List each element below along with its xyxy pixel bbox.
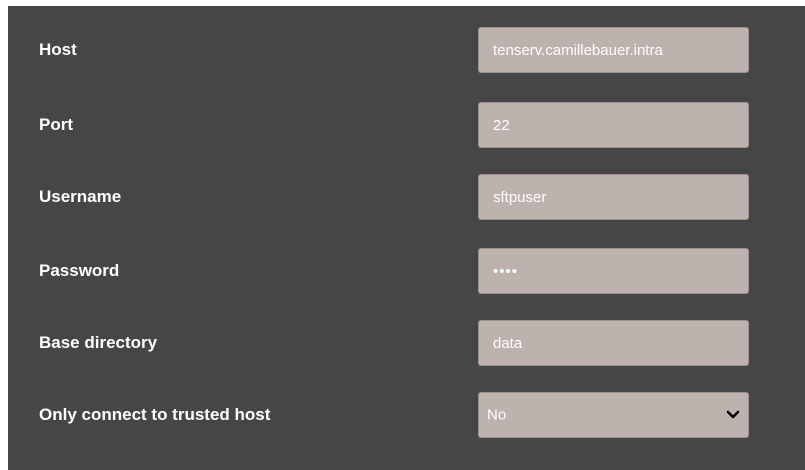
username-row: Username [8,174,805,220]
port-row: Port [8,102,805,148]
port-input[interactable] [478,102,749,148]
password-row: Password [8,248,805,294]
host-input[interactable] [478,27,749,73]
chevron-down-icon [726,410,740,419]
trusted-host-label: Only connect to trusted host [39,405,271,424]
password-input[interactable] [478,248,749,294]
base-directory-input[interactable] [478,320,749,366]
trusted-host-row: Only connect to trusted host No [8,392,805,438]
base-directory-row: Base directory [8,320,805,366]
password-label: Password [39,261,120,280]
base-directory-label: Base directory [39,333,158,352]
username-label: Username [39,187,122,206]
port-label: Port [39,115,73,134]
trusted-host-select-value: No [487,406,507,424]
host-label: Host [39,40,77,59]
host-row: Host [8,27,805,73]
trusted-host-select[interactable]: No [478,392,749,438]
sftp-settings-panel: Host Port Username Password Base directo… [8,6,805,470]
username-input[interactable] [478,174,749,220]
